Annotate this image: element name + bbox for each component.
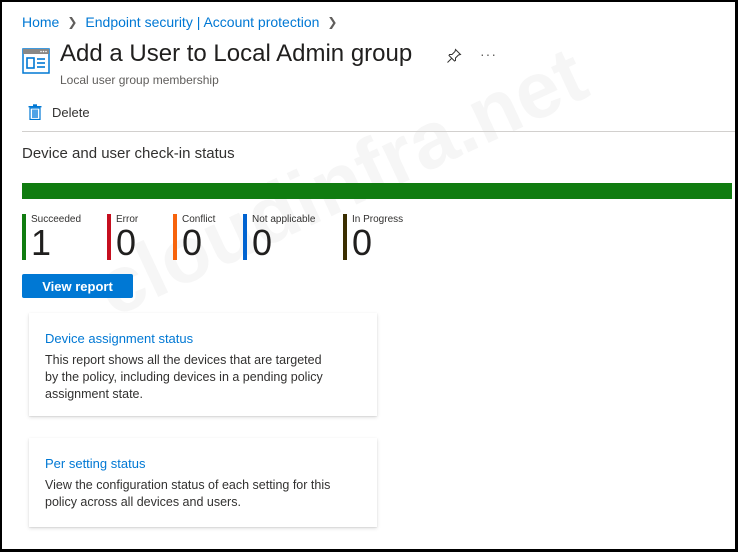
stat-error: Error 0 bbox=[107, 214, 138, 263]
chevron-right-icon: ❯ bbox=[327, 15, 338, 29]
view-report-button[interactable]: View report bbox=[22, 274, 133, 298]
stat-value: 1 bbox=[31, 222, 52, 263]
per-setting-status-card[interactable]: Per setting status View the configuratio… bbox=[29, 438, 377, 527]
breadcrumb-account-protection[interactable]: Endpoint security | Account protection bbox=[85, 14, 319, 30]
stat-value: 0 bbox=[116, 222, 137, 263]
main-pane: cloudinfra.net Home ❯ Endpoint security … bbox=[2, 2, 735, 549]
checkin-status-title: Device and user check-in status bbox=[22, 145, 235, 162]
pin-icon[interactable] bbox=[446, 48, 462, 64]
stat-value: 0 bbox=[352, 222, 373, 263]
delete-label: Delete bbox=[52, 104, 90, 120]
stat-not-applicable: Not applicable 0 bbox=[243, 214, 315, 263]
card-description: View the configuration status of each se… bbox=[45, 478, 331, 509]
breadcrumb: Home ❯ Endpoint security | Account prote… bbox=[22, 14, 345, 30]
device-assignment-status-card[interactable]: Device assignment status This report sho… bbox=[29, 313, 377, 416]
chevron-right-icon: ❯ bbox=[67, 15, 78, 29]
progress-succeeded-fill bbox=[22, 183, 732, 199]
page-title: Add a User to Local Admin group bbox=[60, 40, 413, 67]
stat-value: 0 bbox=[252, 222, 273, 263]
card-title[interactable]: Device assignment status bbox=[45, 331, 193, 346]
card-description: This report shows all the devices that a… bbox=[45, 353, 323, 401]
trash-icon bbox=[28, 104, 42, 120]
checkin-progress-bar bbox=[22, 183, 732, 199]
stat-conflict: Conflict 0 bbox=[173, 214, 215, 263]
stat-value: 0 bbox=[182, 222, 203, 263]
policy-window-icon bbox=[22, 48, 50, 74]
delete-button[interactable]: Delete bbox=[28, 104, 90, 120]
breadcrumb-home[interactable]: Home bbox=[22, 14, 59, 30]
stat-in-progress: In Progress 0 bbox=[343, 214, 403, 263]
stat-succeeded: Succeeded 1 bbox=[22, 214, 81, 263]
page-subtitle: Local user group membership bbox=[60, 73, 219, 87]
card-title[interactable]: Per setting status bbox=[45, 456, 145, 471]
toolbar-divider bbox=[22, 131, 735, 132]
more-icon[interactable]: ··· bbox=[480, 46, 497, 62]
